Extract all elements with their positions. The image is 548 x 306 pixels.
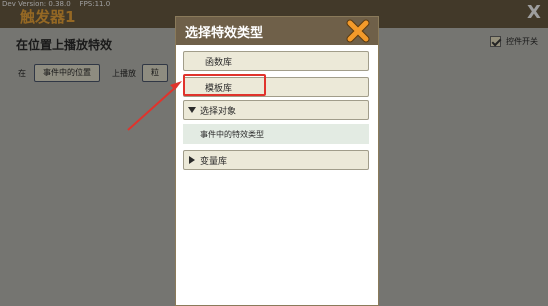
annotation-arrow: [127, 81, 182, 131]
